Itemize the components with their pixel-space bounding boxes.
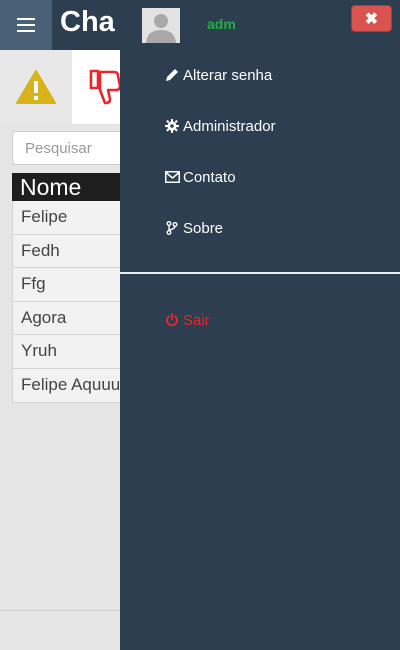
envelope-icon [164, 169, 180, 185]
thumbs-down-icon [89, 69, 122, 105]
warning-tab[interactable] [0, 50, 72, 124]
warning-icon [16, 70, 56, 104]
logout-button[interactable]: Sair [164, 308, 210, 332]
menu-item-administrador[interactable]: Administrador [164, 114, 276, 138]
side-drawer: adm ✖ Alterar senha Administrador Contat… [120, 0, 400, 650]
menu-item-contato[interactable]: Contato [164, 165, 236, 189]
gear-icon [164, 118, 180, 134]
drawer-divider [120, 272, 400, 274]
avatar [142, 8, 180, 43]
app-title: Cha [60, 6, 115, 38]
menu-toggle-button[interactable] [0, 0, 52, 50]
logout-label: Sair [183, 311, 210, 329]
drawer-header: adm ✖ [120, 0, 400, 50]
close-drawer-button[interactable]: ✖ [351, 5, 392, 32]
menu-item-label: Contato [183, 168, 236, 186]
branch-icon [164, 220, 180, 236]
menu-item-alterar-senha[interactable]: Alterar senha [164, 63, 272, 87]
menu-item-label: Alterar senha [183, 66, 273, 84]
pencil-icon [164, 67, 180, 83]
power-icon [164, 312, 180, 328]
close-icon: ✖ [364, 10, 379, 28]
menu-item-sobre[interactable]: Sobre [164, 216, 223, 240]
user-avatar-icon [142, 8, 180, 43]
hamburger-icon [17, 18, 35, 32]
menu-item-label: Sobre [183, 219, 224, 237]
username-label: adm [207, 16, 236, 32]
menu-item-label: Administrador [183, 117, 276, 135]
